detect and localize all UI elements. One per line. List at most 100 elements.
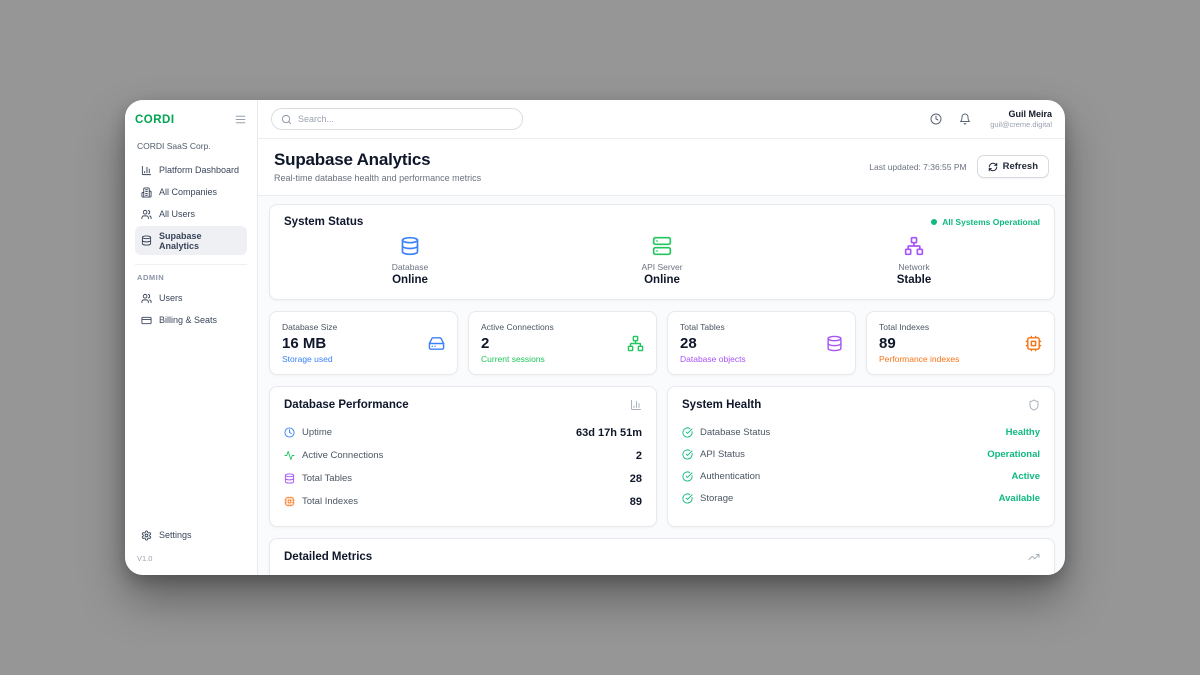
system-health-title: System Health xyxy=(682,399,761,411)
perf-row-label: Total Tables xyxy=(302,473,352,484)
perf-row-value: 63d 17h 51m xyxy=(576,427,642,439)
status-item-label: API Server xyxy=(641,262,682,272)
metric-card-active-connections: Active Connections 2 Current sessions xyxy=(468,311,657,375)
status-item-label: Network xyxy=(898,262,929,272)
detail-column-database-information: Database Information Database Size: 16 M… xyxy=(284,574,638,575)
health-row-value: Healthy xyxy=(1006,427,1040,438)
sidebar-item-platform-dashboard[interactable]: Platform Dashboard xyxy=(135,160,247,180)
sidebar-item-label: Supabase Analytics xyxy=(159,231,241,251)
status-dot-icon xyxy=(931,219,937,225)
sidebar-item-label: All Users xyxy=(159,209,195,219)
sidebar-item-settings[interactable]: Settings xyxy=(135,525,247,545)
perf-row-value: 89 xyxy=(630,496,642,508)
users-icon xyxy=(141,293,152,304)
server-icon xyxy=(652,236,672,256)
check-circle-icon xyxy=(682,427,693,438)
sidebar-item-supabase-analytics[interactable]: Supabase Analytics xyxy=(135,226,247,255)
sidebar-item-users[interactable]: Users xyxy=(135,288,247,308)
status-item-value: Online xyxy=(644,274,680,286)
gear-icon xyxy=(141,530,152,541)
user-name: Guil Meira xyxy=(990,109,1052,119)
page-title: Supabase Analytics xyxy=(274,150,481,170)
metric-sublabel: Database objects xyxy=(680,354,746,364)
perf-row-total-tables: Total Tables 28 xyxy=(284,467,642,490)
hamburger-menu-icon[interactable] xyxy=(234,113,247,126)
history-clock-icon[interactable] xyxy=(930,113,942,125)
refresh-button[interactable]: Refresh xyxy=(977,155,1049,178)
sidebar-item-label: Platform Dashboard xyxy=(159,165,239,175)
check-circle-icon xyxy=(682,493,693,504)
search-box[interactable] xyxy=(271,108,523,130)
check-circle-icon xyxy=(682,471,693,482)
health-row-value: Operational xyxy=(987,449,1040,460)
metric-card-database-size: Database Size 16 MB Storage used xyxy=(269,311,458,375)
metric-label: Total Indexes xyxy=(879,322,959,332)
sidebar-item-label: All Companies xyxy=(159,187,217,197)
metric-sublabel: Storage used xyxy=(282,354,337,364)
perf-row-value: 2 xyxy=(636,450,642,462)
database-icon xyxy=(284,473,295,484)
system-status-title: System Status xyxy=(284,216,363,228)
health-row-label: API Status xyxy=(700,449,745,460)
system-status-card: System Status All Systems Operational Da… xyxy=(269,204,1055,300)
sidebar-item-label: Settings xyxy=(159,530,192,540)
check-circle-icon xyxy=(682,449,693,460)
status-item-network: Network Stable xyxy=(788,236,1040,286)
user-menu[interactable]: Guil Meira guil@creme.digital xyxy=(990,109,1052,129)
shield-icon xyxy=(1028,399,1040,411)
overall-status-badge: All Systems Operational xyxy=(931,217,1040,227)
hard-drive-icon xyxy=(428,335,445,352)
metric-label: Active Connections xyxy=(481,322,554,332)
health-row-label: Database Status xyxy=(700,427,770,438)
perf-row-label: Total Indexes xyxy=(302,496,358,507)
health-row-storage: Storage Available xyxy=(682,487,1040,509)
app-logo: CORDI xyxy=(135,114,175,126)
sidebar-item-billing-seats[interactable]: Billing & Seats xyxy=(135,310,247,330)
refresh-icon xyxy=(988,162,998,172)
sidebar-divider xyxy=(135,264,247,265)
detail-column-title: Connection Information xyxy=(686,574,1040,575)
sidebar-item-all-users[interactable]: All Users xyxy=(135,204,247,224)
main-area: Guil Meira guil@creme.digital Supabase A… xyxy=(258,100,1065,575)
bell-icon[interactable] xyxy=(959,113,971,125)
system-health-card: System Health Database Status xyxy=(667,386,1055,527)
health-row-value: Active xyxy=(1011,471,1040,482)
detailed-metrics-title: Detailed Metrics xyxy=(284,551,372,563)
metric-value: 28 xyxy=(680,335,746,352)
health-row-label: Storage xyxy=(700,493,733,504)
sidebar-item-label: Users xyxy=(159,293,183,303)
sidebar: CORDI CORDI SaaS Corp. Platform Dashboar… xyxy=(125,100,258,575)
trending-up-icon xyxy=(1028,551,1040,563)
health-row-value: Available xyxy=(999,493,1040,504)
page-subtitle: Real-time database health and performanc… xyxy=(274,173,481,183)
perf-row-active-connections: Active Connections 2 xyxy=(284,444,642,467)
user-email: guil@creme.digital xyxy=(990,120,1052,129)
clock-icon xyxy=(284,427,295,438)
sidebar-item-all-companies[interactable]: All Companies xyxy=(135,182,247,202)
database-performance-card: Database Performance Uptime xyxy=(269,386,657,527)
health-row-label: Authentication xyxy=(700,471,760,482)
overall-status-label: All Systems Operational xyxy=(942,217,1040,227)
detailed-metrics-card: Detailed Metrics Database Information Da… xyxy=(269,538,1055,575)
metric-value: 2 xyxy=(481,335,554,352)
perf-row-label: Active Connections xyxy=(302,450,383,461)
database-performance-title: Database Performance xyxy=(284,399,409,411)
health-row-api-status: API Status Operational xyxy=(682,443,1040,465)
metric-card-total-tables: Total Tables 28 Database objects xyxy=(667,311,856,375)
activity-icon xyxy=(284,450,295,461)
perf-row-value: 28 xyxy=(630,473,642,485)
app-version: V1.0 xyxy=(137,554,245,563)
metric-value: 89 xyxy=(879,335,959,352)
status-item-value: Online xyxy=(392,274,428,286)
search-input[interactable] xyxy=(298,114,513,124)
status-item-value: Stable xyxy=(897,274,932,286)
metric-label: Total Tables xyxy=(680,322,746,332)
org-label: CORDI SaaS Corp. xyxy=(137,141,245,151)
page-header: Supabase Analytics Real-time database he… xyxy=(258,139,1065,196)
metric-sublabel: Performance indexes xyxy=(879,354,959,364)
perf-row-label: Uptime xyxy=(302,427,332,438)
topbar: Guil Meira guil@creme.digital xyxy=(258,100,1065,139)
database-icon xyxy=(141,235,152,246)
metric-sublabel: Current sessions xyxy=(481,354,554,364)
metric-card-total-indexes: Total Indexes 89 Performance indexes xyxy=(866,311,1055,375)
